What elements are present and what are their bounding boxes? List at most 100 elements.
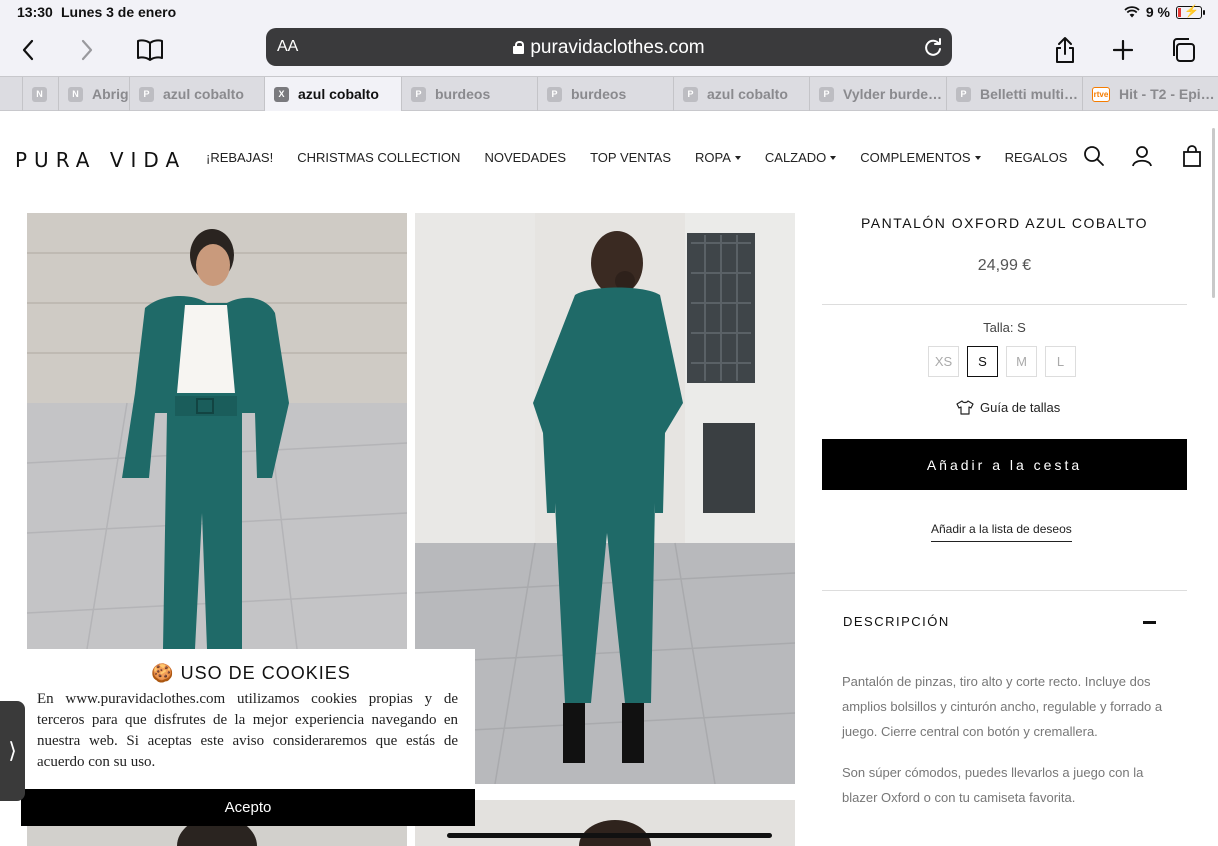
tab-label: burdeos — [571, 86, 627, 102]
size-option-l[interactable]: L — [1045, 346, 1076, 377]
browser-toolbar: AA puravidaclothes.com — [0, 24, 1218, 76]
nav-item-calzado[interactable]: CALZADO — [764, 150, 837, 165]
caret-down-icon — [734, 156, 741, 160]
side-drawer-handle[interactable]: ⟩ — [0, 701, 25, 801]
nav-label: COMPLEMENTOS — [860, 150, 971, 165]
nav-item-regalos[interactable]: REGALOS — [1005, 150, 1068, 165]
size-option-m[interactable]: M — [1006, 346, 1037, 377]
accept-cookies-button[interactable]: Acepto — [21, 789, 475, 826]
favicon: rtve — [1092, 86, 1110, 102]
site-logo[interactable]: PURA VIDA — [15, 148, 186, 172]
tshirt-icon — [956, 400, 974, 415]
back-button[interactable] — [11, 33, 45, 67]
product-photo-front[interactable] — [27, 213, 407, 649]
status-bar: 13:30 Lunes 3 de enero 9 % ⚡ — [0, 0, 1218, 24]
collapse-icon[interactable] — [1143, 621, 1156, 624]
size-option-s[interactable]: S — [967, 346, 998, 377]
address-bar[interactable]: AA puravidaclothes.com — [266, 28, 952, 66]
nav-label: REGALOS — [1004, 150, 1068, 165]
browser-tab[interactable]: rtve Hit - T2 - Epi… — [1082, 77, 1218, 111]
add-to-cart-button[interactable]: Añadir a la cesta — [822, 439, 1187, 490]
size-option-xs[interactable]: XS — [928, 346, 959, 377]
tab-label: burdeos — [435, 86, 491, 102]
divider — [822, 590, 1187, 591]
plus-icon — [1113, 40, 1133, 60]
browser-tab[interactable]: Pburdeos — [401, 77, 537, 111]
status-time: 13:30 — [17, 4, 53, 20]
tabs-overview-button[interactable] — [1166, 33, 1200, 67]
search-icon[interactable] — [1083, 145, 1105, 167]
nav-item-top-ventas[interactable]: TOP VENTAS — [590, 150, 671, 165]
divider — [822, 304, 1187, 305]
chevron-right-icon: ⟩ — [8, 738, 17, 763]
size-selector: XS S M L — [928, 346, 1076, 377]
description-heading[interactable]: DESCRIPCIÓN — [843, 614, 950, 629]
cookie-text: En www.puravidaclothes.com utilizamos co… — [37, 691, 458, 770]
account-icon[interactable] — [1131, 145, 1153, 167]
forward-button[interactable] — [70, 33, 104, 67]
tab-label: Hit - T2 - Epi… — [1119, 86, 1215, 102]
tab-label: Vylder burde… — [843, 86, 943, 102]
nav-label: NOVEDADES — [484, 150, 567, 165]
share-button[interactable] — [1048, 33, 1082, 67]
caret-down-icon — [974, 156, 981, 160]
browser-tab[interactable]: P Belletti multi… — [946, 77, 1082, 111]
nav-label: CALZADO — [764, 150, 827, 165]
lock-icon — [513, 41, 525, 54]
browser-tab[interactable]: N Abrig — [58, 77, 129, 111]
caret-down-icon — [830, 156, 837, 160]
browser-tab[interactable]: Pazul cobalto — [673, 77, 809, 111]
tab-label: Abrig — [92, 86, 129, 102]
shopping-bag-icon[interactable] — [1181, 145, 1203, 167]
status-date: Lunes 3 de enero — [61, 4, 177, 20]
bookmarks-button[interactable] — [133, 33, 167, 67]
tab-label: azul cobalto — [707, 86, 788, 102]
nav-item-rebajas[interactable]: ¡REBAJAS! — [206, 150, 273, 165]
battery-percent: 9 % — [1145, 4, 1170, 20]
nav-label: CHRISTMAS COLLECTION — [297, 150, 461, 165]
nav-item-complementos[interactable]: COMPLEMENTOS — [860, 150, 981, 165]
favicon: P — [139, 86, 154, 102]
tab-strip: N N Abrig Pazul cobalto Xazul cobalto Pbu… — [0, 76, 1218, 111]
browser-tab[interactable]: P Vylder burde… — [809, 77, 946, 111]
cookie-banner: 🍪 USO DE COOKIES En www.puravidaclothes.… — [27, 649, 475, 789]
tabs-icon — [1173, 38, 1195, 62]
browser-tab[interactable]: Pazul cobalto — [129, 77, 264, 111]
home-indicator[interactable] — [447, 833, 772, 838]
nav-label: TOP VENTAS — [590, 150, 671, 165]
url-display[interactable]: puravidaclothes.com — [266, 37, 952, 59]
status-right: 9 % ⚡ — [1124, 4, 1205, 20]
close-tab-icon[interactable]: X — [274, 86, 289, 102]
product-price: 24,99 € — [977, 257, 1032, 274]
add-to-wishlist-link[interactable]: Añadir a la lista de deseos — [931, 522, 1072, 542]
favicon: P — [547, 86, 562, 102]
favicon: P — [411, 86, 426, 102]
nav-item-christmas-collection[interactable]: CHRISTMAS COLLECTION — [297, 150, 460, 165]
nav-label: ROPA — [695, 150, 731, 165]
tab-label: azul cobalto — [298, 86, 379, 102]
cookie-title: 🍪 USO DE COOKIES — [151, 663, 351, 683]
nav-item-ropa[interactable]: ROPA — [695, 150, 741, 165]
reload-icon[interactable] — [922, 36, 944, 58]
browser-tab[interactable]: N — [22, 77, 58, 111]
favicon: P — [819, 86, 834, 102]
url-text: puravidaclothes.com — [530, 37, 705, 58]
site-header: PURA VIDA ¡REBAJAS! CHRISTMAS COLLECTION… — [0, 111, 1218, 203]
description-paragraph: Pantalón de pinzas, tiro alto y corte re… — [842, 674, 1163, 739]
new-tab-button[interactable] — [1106, 33, 1140, 67]
scrollbar[interactable] — [1212, 128, 1215, 298]
nav-label: ¡REBAJAS! — [206, 150, 274, 165]
size-label: Talla: S — [983, 320, 1026, 335]
browser-tab-active[interactable]: Xazul cobalto — [264, 77, 401, 111]
battery-icon: ⚡ — [1176, 4, 1205, 19]
chevron-right-icon — [81, 39, 93, 61]
size-guide-link[interactable]: Guía de tallas — [956, 400, 1060, 415]
share-icon — [1056, 37, 1074, 63]
wifi-icon — [1124, 6, 1140, 18]
nav-item-novedades[interactable]: NOVEDADES — [484, 150, 566, 165]
book-icon — [137, 39, 163, 61]
favicon: P — [683, 86, 698, 102]
description-paragraph: Son súper cómodos, puedes llevarlos a ju… — [842, 765, 1144, 805]
favicon: N — [32, 86, 47, 102]
browser-tab[interactable]: Pburdeos — [537, 77, 673, 111]
